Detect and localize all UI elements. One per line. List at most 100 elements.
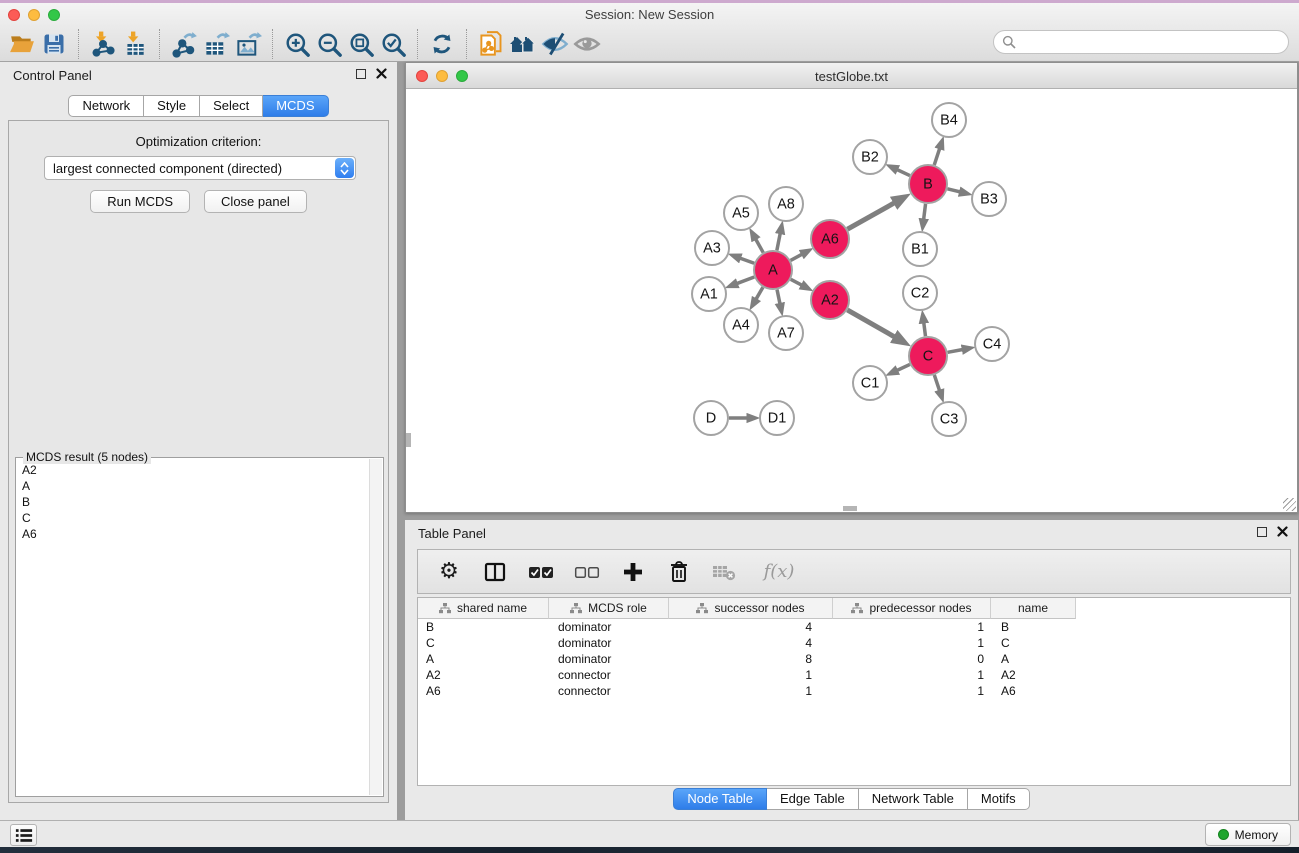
tab-edge-table[interactable]: Edge Table — [767, 788, 859, 810]
graph-node-C2[interactable]: C2 — [903, 276, 937, 310]
search-input[interactable] — [1016, 33, 1288, 51]
float-panel-icon[interactable] — [356, 69, 366, 79]
delete-table-button[interactable] — [710, 557, 740, 587]
graph-node-A5[interactable]: A5 — [724, 196, 758, 230]
graph-node-A1[interactable]: A1 — [692, 277, 726, 311]
criterion-dropdown[interactable]: largest connected component (directed) — [44, 156, 356, 180]
split-panel-button[interactable] — [480, 557, 510, 587]
graph-node-C3[interactable]: C3 — [932, 402, 966, 436]
graph-node-D[interactable]: D — [694, 401, 728, 435]
refresh-view-button[interactable] — [426, 28, 458, 60]
close-panel-button[interactable]: Close panel — [204, 190, 307, 213]
mcds-result-item[interactable]: A — [17, 478, 368, 494]
table-cell: 0 — [833, 652, 991, 666]
graph-node-D1[interactable]: D1 — [760, 401, 794, 435]
result-list-scrollbar[interactable] — [369, 459, 382, 795]
save-session-button[interactable] — [38, 28, 70, 60]
window-resize-grip[interactable] — [1283, 498, 1296, 511]
mcds-result-item[interactable]: A6 — [17, 526, 368, 542]
zoom-out-button[interactable] — [313, 28, 345, 60]
table-row[interactable]: Adominator80A — [418, 651, 1290, 667]
mcds-result-item[interactable]: B — [17, 494, 368, 510]
tab-network-table[interactable]: Network Table — [859, 788, 968, 810]
deselect-all-button[interactable] — [572, 557, 602, 587]
tab-style[interactable]: Style — [144, 95, 200, 117]
table-cell: 1 — [833, 636, 991, 650]
graph-node-A2[interactable]: A2 — [811, 281, 849, 319]
graph-node-A3[interactable]: A3 — [695, 231, 729, 265]
column-settings-button[interactable]: ⚙ — [434, 557, 464, 587]
table-panel: Table Panel ⚙ — [405, 520, 1298, 820]
export-network-button[interactable] — [168, 28, 200, 60]
graph-node-B3[interactable]: B3 — [972, 182, 1006, 216]
tab-mcds[interactable]: MCDS — [263, 95, 328, 117]
add-column-button[interactable] — [618, 557, 648, 587]
graph-node-B1[interactable]: B1 — [903, 232, 937, 266]
task-history-button[interactable] — [10, 824, 37, 846]
search-field[interactable] — [993, 30, 1289, 54]
import-network-button[interactable] — [87, 28, 119, 60]
mcds-result-item[interactable]: C — [17, 510, 368, 526]
zoom-selected-button[interactable] — [377, 28, 409, 60]
tab-motifs[interactable]: Motifs — [968, 788, 1030, 810]
graph-node-C1[interactable]: C1 — [853, 366, 887, 400]
zoom-fit-button[interactable] — [345, 28, 377, 60]
svg-text:B1: B1 — [911, 242, 929, 258]
canvas-vertical-scroll-thumb[interactable] — [406, 433, 411, 447]
table-row[interactable]: Bdominator41B — [418, 619, 1290, 635]
column-header-MCDS-role[interactable]: MCDS role — [549, 598, 669, 619]
memory-button[interactable]: Memory — [1205, 823, 1291, 846]
canvas-horizontal-scroll-thumb[interactable] — [843, 506, 857, 511]
table-cell: 1 — [669, 684, 833, 698]
edge-B-B4 — [934, 148, 940, 165]
graph-node-C[interactable]: C — [909, 337, 947, 375]
graph-node-B2[interactable]: B2 — [853, 140, 887, 174]
tab-node-table[interactable]: Node Table — [673, 788, 767, 810]
table-row[interactable]: A6connector11A6 — [418, 683, 1290, 699]
import-network-icon — [90, 31, 116, 57]
hide-edges-button[interactable] — [539, 28, 571, 60]
graph-node-B4[interactable]: B4 — [932, 103, 966, 137]
show-all-networks-button[interactable] — [507, 28, 539, 60]
table-cell: 1 — [669, 668, 833, 682]
float-table-panel-icon[interactable] — [1257, 527, 1267, 537]
tab-select[interactable]: Select — [200, 95, 263, 117]
zoom-in-button[interactable] — [281, 28, 313, 60]
edge-A6-B — [847, 202, 895, 229]
graph-node-A4[interactable]: A4 — [724, 308, 758, 342]
mcds-result-item[interactable]: A2 — [17, 462, 368, 478]
open-session-button[interactable] — [6, 28, 38, 60]
column-header-successor-nodes[interactable]: successor nodes — [669, 598, 833, 619]
unchecked-boxes-icon — [574, 565, 600, 579]
optimization-criterion-label: Optimization criterion: — [9, 134, 388, 149]
select-all-button[interactable] — [526, 557, 556, 587]
tab-network[interactable]: Network — [68, 95, 144, 117]
close-table-panel-icon[interactable] — [1277, 526, 1288, 537]
column-header-shared-name[interactable]: shared name — [418, 598, 549, 619]
run-mcds-button[interactable]: Run MCDS — [90, 190, 190, 213]
function-builder-button[interactable]: f(x) — [756, 557, 802, 587]
network-canvas[interactable]: A A1 A2 A3 A4 A5 A6 A7 A8 B B1 B2 B3 B4 C C1 C2 C3 C4 D D1 — [406, 89, 1297, 511]
graph-node-A6[interactable]: A6 — [811, 220, 849, 258]
delete-table-icon — [712, 562, 738, 582]
graph-node-B[interactable]: B — [909, 165, 947, 203]
zoom-fit-icon — [348, 31, 375, 58]
show-graphics-details-button[interactable] — [571, 28, 603, 60]
import-table-button[interactable] — [119, 28, 151, 60]
graph-node-A8[interactable]: A8 — [769, 187, 803, 221]
graph-node-A7[interactable]: A7 — [769, 316, 803, 350]
table-row[interactable]: Cdominator41C — [418, 635, 1290, 651]
graph-node-A[interactable]: A — [754, 251, 792, 289]
delete-column-button[interactable] — [664, 557, 694, 587]
zoom-in-icon — [284, 31, 311, 58]
graph-node-C4[interactable]: C4 — [975, 327, 1009, 361]
close-panel-icon[interactable] — [376, 68, 387, 79]
table-row[interactable]: A2connector11A2 — [418, 667, 1290, 683]
clone-network-button[interactable] — [475, 28, 507, 60]
window-chrome: Session: New Session — [0, 3, 1299, 62]
column-header-predecessor-nodes[interactable]: predecessor nodes — [833, 598, 991, 619]
edge-A-A8 — [777, 232, 781, 250]
export-table-button[interactable] — [200, 28, 232, 60]
column-header-name[interactable]: name — [991, 598, 1076, 619]
export-image-button[interactable] — [232, 28, 264, 60]
